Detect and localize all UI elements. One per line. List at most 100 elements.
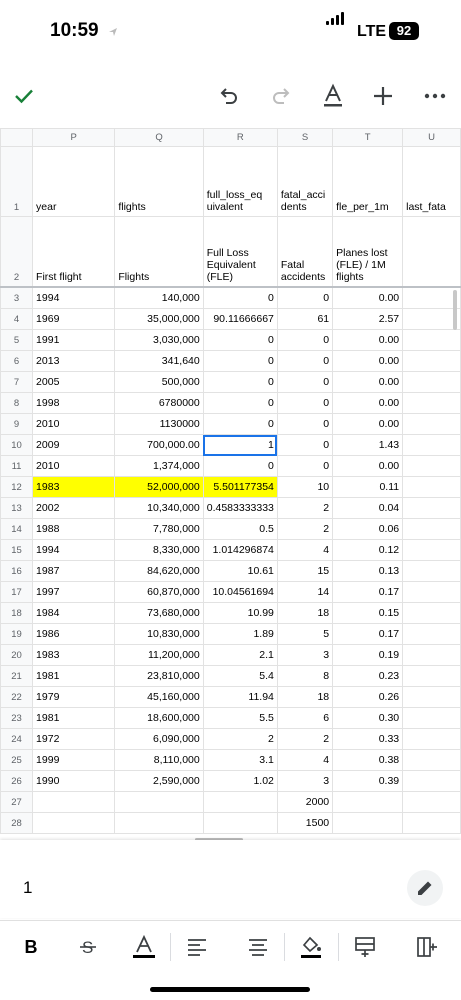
cell-p17[interactable]: 1997 — [32, 581, 116, 603]
cell-t16[interactable]: 0.13 — [332, 560, 404, 582]
cell-u10[interactable] — [402, 434, 461, 456]
cell-s26[interactable]: 3 — [276, 770, 334, 792]
cell-u22[interactable] — [402, 686, 461, 708]
cell-r3[interactable]: 0 — [202, 286, 278, 309]
cell-s15[interactable]: 4 — [276, 539, 334, 561]
cell-t3[interactable]: 0.00 — [332, 286, 404, 309]
cell-t24[interactable]: 0.33 — [332, 728, 404, 750]
cell-p14[interactable]: 1988 — [32, 518, 116, 540]
cell-s4[interactable]: 61 — [276, 308, 334, 330]
row-header[interactable]: 12 — [0, 476, 34, 498]
cell-t18[interactable]: 0.15 — [332, 602, 404, 624]
cell-t8[interactable]: 0.00 — [332, 392, 404, 414]
cell-s6[interactable]: 0 — [276, 350, 334, 372]
spreadsheet-grid[interactable]: P Q R S T U 1 year flights full_loss_eq … — [0, 128, 461, 838]
cell-s2[interactable]: Fatal accidents — [276, 216, 334, 288]
cell-p19[interactable]: 1986 — [32, 623, 116, 645]
cell-p3[interactable]: 1994 — [32, 286, 116, 309]
edit-pencil-icon[interactable] — [407, 870, 443, 906]
row-header[interactable]: 20 — [0, 644, 34, 666]
cell-p20[interactable]: 1983 — [32, 644, 116, 666]
check-icon[interactable] — [8, 80, 40, 112]
strikethrough-icon[interactable]: S — [73, 933, 103, 961]
row-header[interactable]: 28 — [0, 812, 34, 834]
cell-q9[interactable]: 1130000 — [114, 413, 204, 435]
add-icon[interactable] — [367, 80, 399, 112]
cell-t1[interactable]: fle_per_1m — [332, 146, 404, 217]
cell-s21[interactable]: 8 — [276, 665, 334, 687]
cell-t17[interactable]: 0.17 — [332, 581, 404, 603]
cell-q11[interactable]: 1,374,000 — [114, 455, 204, 477]
row-header[interactable]: 1 — [0, 146, 34, 217]
cell-r25[interactable]: 3.1 — [202, 749, 278, 771]
cell-u5[interactable] — [402, 329, 461, 351]
row-header[interactable]: 15 — [0, 539, 34, 561]
cell-t5[interactable]: 0.00 — [332, 329, 404, 351]
cell-r15[interactable]: 1.014296874 — [202, 539, 278, 561]
cell-t21[interactable]: 0.23 — [332, 665, 404, 687]
cell-t10[interactable]: 1.43 — [332, 434, 404, 456]
cell-p26[interactable]: 1990 — [32, 770, 116, 792]
cell-q5[interactable]: 3,030,000 — [114, 329, 204, 351]
row-header[interactable]: 27 — [0, 791, 34, 813]
row-header[interactable]: 14 — [0, 518, 34, 540]
column-header-s[interactable]: S — [276, 128, 334, 147]
cell-p10[interactable]: 2009 — [32, 434, 116, 456]
row-header[interactable]: 11 — [0, 455, 34, 477]
row-header[interactable]: 2 — [0, 216, 34, 288]
row-header[interactable]: 17 — [0, 581, 34, 603]
cell-r28[interactable] — [202, 812, 278, 834]
cell-u21[interactable] — [402, 665, 461, 687]
row-header[interactable]: 6 — [0, 350, 34, 372]
cell-u17[interactable] — [402, 581, 461, 603]
cell-s24[interactable]: 2 — [276, 728, 334, 750]
cell-u16[interactable] — [402, 560, 461, 582]
row-header[interactable]: 25 — [0, 749, 34, 771]
cell-t12[interactable]: 0.11 — [332, 476, 404, 498]
cell-u23[interactable] — [402, 707, 461, 729]
cell-u6[interactable] — [402, 350, 461, 372]
cell-s27[interactable]: 2000 — [276, 791, 334, 813]
more-icon[interactable] — [419, 80, 451, 112]
bold-icon[interactable]: B — [16, 933, 46, 961]
cell-p7[interactable]: 2005 — [32, 371, 116, 393]
cell-u28[interactable] — [402, 812, 461, 834]
text-format-icon[interactable] — [317, 80, 349, 112]
row-header[interactable]: 18 — [0, 602, 34, 624]
cell-t28[interactable] — [332, 812, 404, 834]
cell-s5[interactable]: 0 — [276, 329, 334, 351]
cell-r14[interactable]: 0.5 — [202, 518, 278, 540]
row-header[interactable]: 9 — [0, 413, 34, 435]
cell-q16[interactable]: 84,620,000 — [114, 560, 204, 582]
cell-r1[interactable]: full_loss_eq uivalent — [202, 146, 278, 217]
cell-r19[interactable]: 1.89 — [202, 623, 278, 645]
cell-t25[interactable]: 0.38 — [332, 749, 404, 771]
cell-p13[interactable]: 2002 — [32, 497, 116, 519]
cell-q13[interactable]: 10,340,000 — [114, 497, 204, 519]
row-header[interactable]: 23 — [0, 707, 34, 729]
cell-q6[interactable]: 341,640 — [114, 350, 204, 372]
column-header-r[interactable]: R — [202, 128, 278, 147]
cell-r11[interactable]: 0 — [202, 455, 278, 477]
row-header[interactable]: 4 — [0, 308, 34, 330]
cell-s13[interactable]: 2 — [276, 497, 334, 519]
cell-u26[interactable] — [402, 770, 461, 792]
cell-p24[interactable]: 1972 — [32, 728, 116, 750]
cell-t27[interactable] — [332, 791, 404, 813]
cell-s28[interactable]: 1500 — [276, 812, 334, 834]
cell-r27[interactable] — [202, 791, 278, 813]
cell-s9[interactable]: 0 — [276, 413, 334, 435]
cell-u11[interactable] — [402, 455, 461, 477]
row-header[interactable]: 5 — [0, 329, 34, 351]
cell-q23[interactable]: 18,600,000 — [114, 707, 204, 729]
cell-s22[interactable]: 18 — [276, 686, 334, 708]
cell-r4[interactable]: 90.11666667 — [202, 308, 278, 330]
row-header[interactable]: 13 — [0, 497, 34, 519]
cell-q2[interactable]: Flights — [114, 216, 204, 288]
cell-p16[interactable]: 1987 — [32, 560, 116, 582]
cell-s8[interactable]: 0 — [276, 392, 334, 414]
row-header[interactable]: 8 — [0, 392, 34, 414]
cell-p18[interactable]: 1984 — [32, 602, 116, 624]
row-header[interactable]: 10 — [0, 434, 34, 456]
cell-s10[interactable]: 0 — [276, 434, 334, 456]
